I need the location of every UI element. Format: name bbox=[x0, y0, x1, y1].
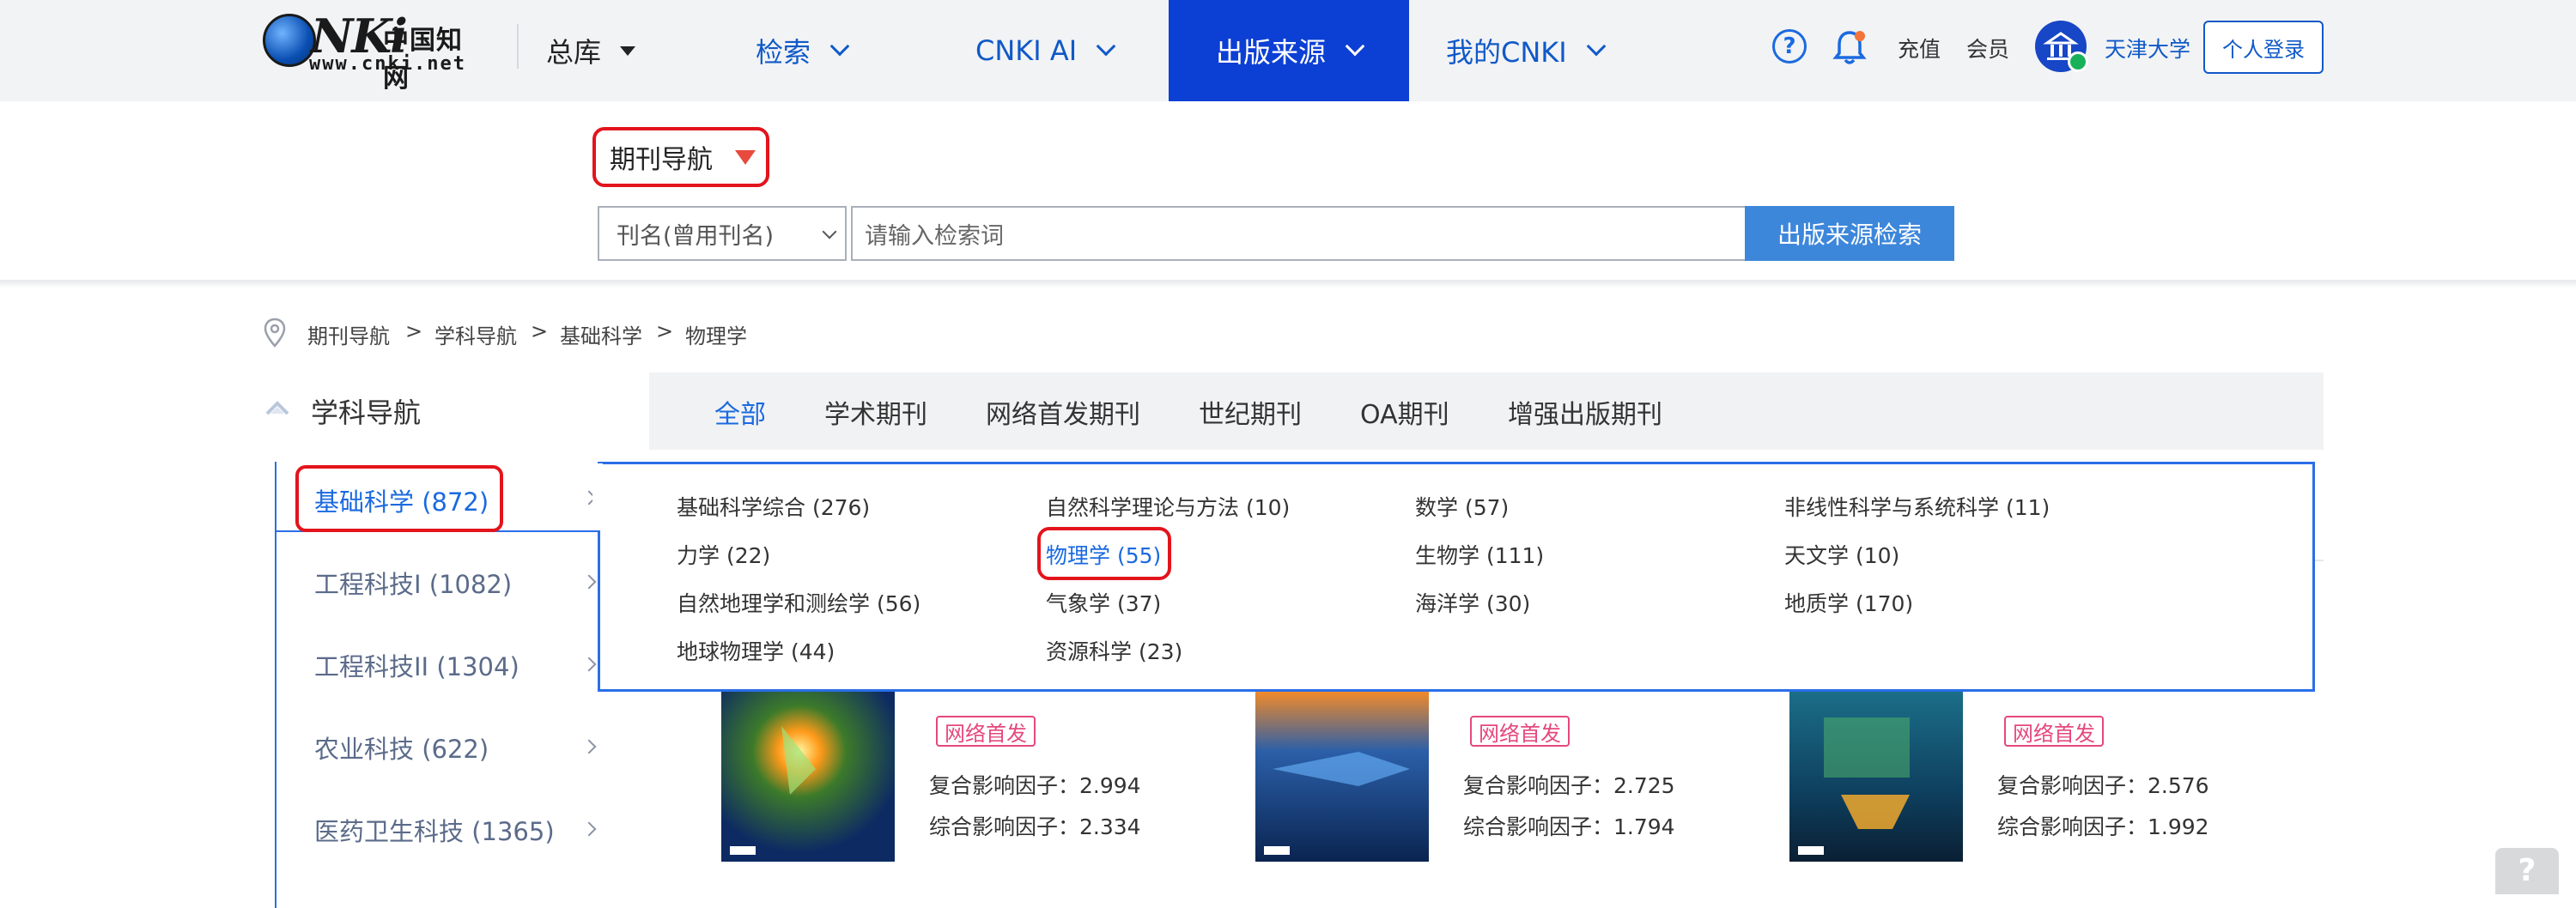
subcategory-item[interactable]: 力学 (22) bbox=[677, 539, 770, 570]
nav-publication-source-label: 出版来源 bbox=[1215, 36, 1326, 69]
nav-zongku-label: 总库 bbox=[546, 36, 602, 69]
search-placeholder: 请输入检索词 bbox=[865, 222, 1004, 250]
tab-all[interactable]: 全部 bbox=[714, 393, 766, 431]
nav-divider bbox=[517, 24, 519, 69]
comprehensive-impact-factor: 综合影响因子：2.334 bbox=[929, 814, 1141, 839]
breadcrumb-basic-science[interactable]: 基础科学 bbox=[560, 319, 642, 349]
tab-enhanced[interactable]: 增强出版期刊 bbox=[1508, 393, 1662, 431]
chevron-down-icon bbox=[1345, 36, 1365, 57]
cnki-logo[interactable]: NKi 中国知网 www.cnki.net bbox=[263, 9, 483, 94]
subject-nav-title: 学科导航 bbox=[311, 396, 422, 429]
breadcrumb-separator: > bbox=[656, 319, 674, 343]
journal-cover-image[interactable] bbox=[721, 692, 895, 862]
nav-zongku[interactable]: 总库 bbox=[546, 0, 636, 101]
institution-name[interactable]: 天津大学 bbox=[2105, 33, 2190, 64]
tab-academic[interactable]: 学术期刊 bbox=[824, 393, 927, 431]
search-field-select[interactable]: 刊名(曾用刊名) bbox=[598, 206, 847, 261]
composite-impact-factor: 复合影响因子：2.994 bbox=[929, 773, 1141, 798]
search-field-value: 刊名(曾用刊名) bbox=[617, 222, 775, 250]
help-icon[interactable]: ? bbox=[1772, 29, 1807, 64]
nav-publication-source[interactable]: 出版来源 bbox=[1169, 0, 1409, 101]
subcategory-item[interactable]: 非线性科学与系统科学 (11) bbox=[1784, 491, 2050, 522]
globe-icon bbox=[263, 14, 316, 67]
comprehensive-impact-factor: 综合影响因子：1.992 bbox=[1997, 814, 2209, 839]
breadcrumb-separator: > bbox=[531, 319, 549, 343]
panel-connector bbox=[592, 463, 603, 530]
breadcrumb-journal-nav[interactable]: 期刊导航 bbox=[307, 319, 390, 349]
journal-cover-image[interactable] bbox=[1789, 692, 1963, 862]
tab-century[interactable]: 世纪期刊 bbox=[1199, 393, 1302, 431]
subcategory-item[interactable]: 气象学 (37) bbox=[1046, 587, 1161, 618]
bell-icon[interactable] bbox=[1831, 27, 1868, 67]
composite-impact-factor: 复合影响因子：2.725 bbox=[1463, 773, 1675, 798]
collapse-icon[interactable] bbox=[264, 396, 290, 417]
nav-search-label: 检索 bbox=[756, 36, 811, 69]
publication-search-button[interactable]: 出版来源检索 bbox=[1745, 206, 1954, 261]
logo-url: www.cnki.net bbox=[309, 53, 466, 75]
breadcrumb-physics: 物理学 bbox=[685, 324, 747, 348]
subcategory-item[interactable]: 地质学 (170) bbox=[1784, 587, 1913, 618]
nav-cnki-ai[interactable]: CNKI AI bbox=[975, 0, 1116, 101]
recharge-link[interactable]: 充值 bbox=[1898, 33, 1941, 64]
tab-oa[interactable]: OA期刊 bbox=[1360, 393, 1449, 431]
triangle-down-icon bbox=[735, 149, 756, 165]
verified-check-icon bbox=[2068, 51, 2088, 72]
caret-down-icon bbox=[620, 45, 636, 56]
chevron-down-icon bbox=[1096, 36, 1116, 57]
subcategory-item[interactable]: 海洋学 (30) bbox=[1415, 587, 1530, 618]
online-first-badge: 网络首发 bbox=[1470, 716, 1570, 747]
tab-online-first[interactable]: 网络首发期刊 bbox=[986, 393, 1140, 431]
subcategory-item[interactable]: 自然科学理论与方法 (10) bbox=[1046, 491, 1290, 522]
search-input[interactable]: 请输入检索词 bbox=[851, 206, 1746, 261]
floating-help-icon[interactable]: ? bbox=[2495, 848, 2559, 894]
online-first-badge: 网络首发 bbox=[2004, 716, 2104, 747]
breadcrumb-subject-nav[interactable]: 学科导航 bbox=[434, 319, 517, 349]
breadcrumb-separator: > bbox=[405, 319, 423, 343]
subcategory-item[interactable]: 基础科学综合 (276) bbox=[677, 491, 870, 522]
member-link[interactable]: 会员 bbox=[1966, 33, 2009, 64]
subcategory-item[interactable]: 资源科学 (23) bbox=[1046, 635, 1182, 666]
category-engineering-2[interactable]: 工程科技II (1304) bbox=[314, 647, 519, 683]
subcategory-item[interactable]: 自然地理学和测绘学 (56) bbox=[677, 587, 920, 618]
journal-nav-label: 期刊导航 bbox=[610, 145, 713, 175]
personal-login-button[interactable]: 个人登录 bbox=[2203, 21, 2324, 74]
nav-my-cnki[interactable]: 我的CNKI bbox=[1446, 0, 1607, 101]
category-agriculture[interactable]: 农业科技 (622) bbox=[314, 729, 489, 766]
journal-cover-image[interactable] bbox=[1255, 692, 1429, 862]
chevron-down-icon bbox=[822, 224, 837, 239]
comprehensive-impact-factor: 综合影响因子：1.794 bbox=[1463, 814, 1675, 839]
composite-impact-factor: 复合影响因子：2.576 bbox=[1997, 773, 2209, 798]
journal-nav-dropdown[interactable]: 期刊导航 bbox=[592, 127, 769, 187]
location-pin-icon bbox=[264, 318, 286, 348]
nav-cnki-ai-label: CNKI AI bbox=[975, 34, 1078, 67]
subcategory-item[interactable]: 天文学 (10) bbox=[1784, 539, 1899, 570]
subcategory-item[interactable]: 生物学 (111) bbox=[1415, 539, 1544, 570]
highlight-box bbox=[295, 465, 503, 532]
subcategory-item[interactable]: 数学 (57) bbox=[1415, 491, 1509, 522]
category-engineering-1[interactable]: 工程科技I (1082) bbox=[314, 565, 512, 601]
nav-my-cnki-label: 我的CNKI bbox=[1446, 36, 1567, 69]
category-medicine[interactable]: 医药卫生科技 (1365) bbox=[314, 812, 555, 848]
online-first-badge: 网络首发 bbox=[936, 716, 1036, 747]
highlight-box bbox=[1037, 527, 1171, 580]
nav-search[interactable]: 检索 bbox=[756, 0, 850, 101]
subcategory-item[interactable]: 地球物理学 (44) bbox=[677, 635, 835, 666]
header-shadow bbox=[0, 280, 2576, 288]
chevron-down-icon bbox=[1586, 36, 1607, 57]
chevron-down-icon bbox=[829, 36, 850, 57]
